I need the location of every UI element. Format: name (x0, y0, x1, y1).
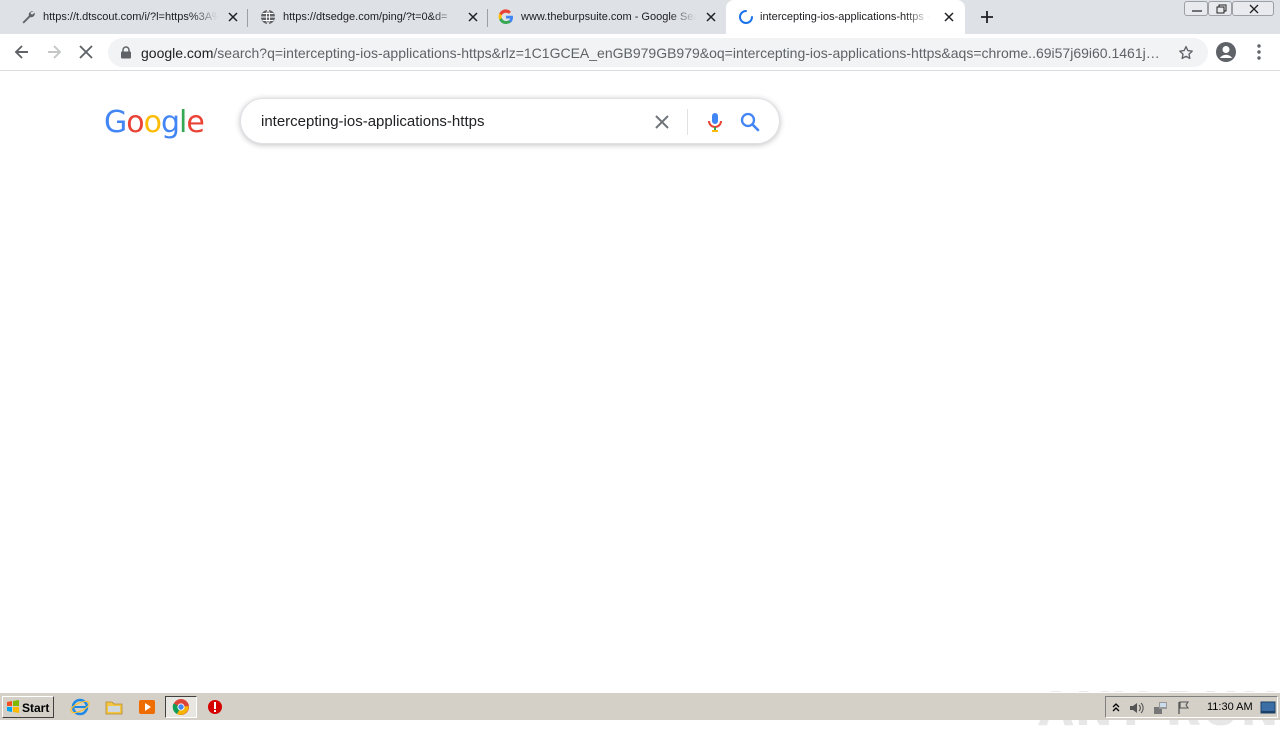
restore-icon (1216, 4, 1227, 14)
windows-flag-icon (7, 700, 19, 713)
star-bookmark-icon[interactable] (1177, 44, 1195, 62)
search-box[interactable]: intercepting-ios-applications-https (240, 98, 780, 144)
url-text[interactable]: google.com/search?q=intercepting-ios-app… (141, 45, 1166, 61)
flag-icon[interactable] (1176, 700, 1192, 716)
tab-title: https://dtsedge.com/ping/?t=0&d= (283, 11, 448, 23)
tab-strip: https://t.dtscout.com/i/?l=https%3A%2F%2… (0, 0, 1280, 34)
chevron-up-icon[interactable] (1111, 701, 1121, 713)
tab-1[interactable]: https://t.dtscout.com/i/?l=https%3A%2F%2… (0, 0, 247, 34)
tab-3[interactable]: www.theburpsuite.com - Google Search (478, 0, 725, 34)
close-icon[interactable] (705, 11, 717, 23)
logo-letter: g (160, 105, 180, 140)
stop-icon[interactable] (204, 697, 226, 717)
profile-avatar-icon[interactable] (1215, 41, 1237, 63)
minimize-button[interactable] (1184, 1, 1208, 16)
back-arrow-icon[interactable] (12, 42, 32, 62)
forward-arrow-icon[interactable] (44, 42, 64, 62)
start-button[interactable]: Start (2, 696, 54, 718)
url-path: /search?q=intercepting-ios-applications-… (213, 45, 1166, 61)
chrome-taskbar-button[interactable] (165, 696, 197, 718)
logo-letter: o (143, 105, 162, 140)
new-tab-icon[interactable] (978, 8, 996, 26)
browser-toolbar: google.com/search?q=intercepting-ios-app… (0, 34, 1280, 71)
minimize-icon (1192, 10, 1202, 12)
search-input[interactable]: intercepting-ios-applications-https (261, 113, 484, 131)
tab-2[interactable]: https://dtsedge.com/ping/?t=0&d= (240, 0, 487, 34)
tab-title: www.theburpsuite.com - Google Search (521, 11, 696, 23)
google-icon (498, 9, 513, 25)
stop-loading-icon[interactable] (76, 42, 96, 62)
tab-title: intercepting-ios-applications-https - Go… (760, 11, 930, 23)
internet-explorer-icon[interactable] (69, 697, 91, 717)
lock-icon[interactable] (120, 46, 132, 59)
microphone-icon[interactable] (703, 110, 727, 134)
address-bar[interactable]: google.com/search?q=intercepting-ios-app… (108, 38, 1208, 67)
divider (687, 109, 688, 135)
logo-letter: e (186, 105, 204, 140)
page-content: Google intercepting-ios-applications-htt… (0, 72, 1280, 736)
window-close-button[interactable] (1232, 1, 1274, 16)
close-icon (1249, 4, 1259, 14)
tab-4-active[interactable]: intercepting-ios-applications-https - Go… (726, 0, 965, 34)
close-icon[interactable] (943, 11, 955, 23)
menu-kebab-icon[interactable] (1249, 42, 1269, 62)
close-icon[interactable] (227, 11, 239, 23)
url-host: google.com (141, 45, 214, 61)
chrome-icon (172, 699, 189, 715)
start-label: Start (22, 701, 50, 715)
show-desktop-icon[interactable] (1260, 701, 1276, 715)
globe-icon (261, 9, 275, 25)
google-logo[interactable]: Google (104, 105, 205, 140)
wrench-icon (22, 11, 35, 24)
speaker-icon[interactable] (1128, 700, 1146, 716)
folder-icon[interactable] (103, 697, 125, 717)
taskbar: Start 11:30 AM (0, 692, 1280, 720)
tab-title: https://t.dtscout.com/i/?l=https%3A%2F%2… (43, 11, 218, 23)
restore-button[interactable] (1208, 1, 1232, 16)
network-icon[interactable] (1152, 699, 1170, 717)
media-player-icon[interactable] (136, 697, 158, 717)
search-icon[interactable] (738, 110, 762, 134)
loading-spinner-icon (739, 10, 753, 24)
clear-icon[interactable] (653, 113, 671, 131)
system-tray: 11:30 AM (1105, 696, 1278, 718)
logo-letter: o (126, 105, 144, 140)
logo-letter: G (104, 105, 127, 140)
clock[interactable]: 11:30 AM (1207, 701, 1253, 713)
